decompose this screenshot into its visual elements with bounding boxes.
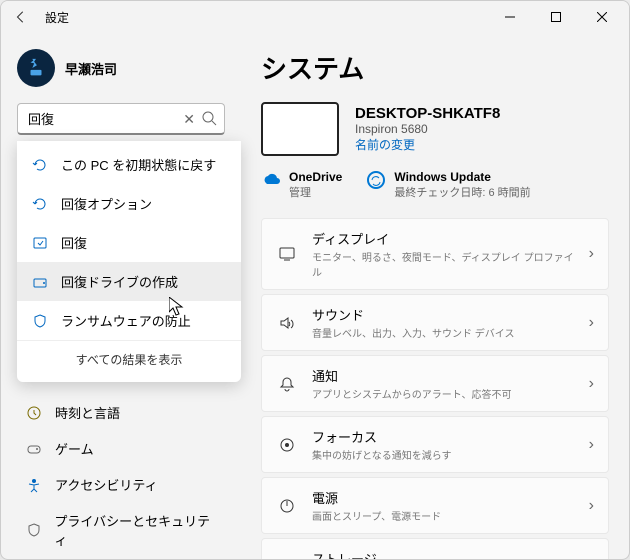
onedrive-icon <box>261 170 281 190</box>
search-box: ✕ <box>17 103 225 135</box>
back-button[interactable] <box>5 1 37 33</box>
main-panel: システム DESKTOP-SHKATF8 Inspiron 5680 名前の変更… <box>241 33 629 559</box>
search-icon[interactable] <box>201 110 217 131</box>
settings-window: 設定 早瀬浩司 ✕ <box>0 0 630 560</box>
sidebar-item-privacy[interactable]: プライバシーとセキュリティ <box>7 503 235 557</box>
chevron-right-icon: › <box>589 436 594 454</box>
chevron-right-icon: › <box>589 314 594 332</box>
chevron-right-icon: › <box>589 497 594 515</box>
setting-power[interactable]: 電源画面とスリープ、電源モード › <box>261 477 609 534</box>
chevron-right-icon: › <box>589 375 594 393</box>
storage-icon <box>276 556 298 560</box>
device-thumbnail[interactable] <box>261 102 339 156</box>
rename-link[interactable]: 名前の変更 <box>355 136 500 153</box>
show-all-results[interactable]: すべての結果を表示 <box>17 340 241 378</box>
drive-icon <box>31 273 49 291</box>
window-controls <box>487 1 625 33</box>
user-account[interactable]: 早瀬浩司 <box>1 41 241 103</box>
device-name: DESKTOP-SHKATF8 <box>355 105 500 122</box>
device-info: DESKTOP-SHKATF8 Inspiron 5680 名前の変更 <box>261 102 609 156</box>
result-recovery-options[interactable]: 回復オプション <box>17 184 241 223</box>
recovery-icon <box>31 234 49 252</box>
setting-notifications[interactable]: 通知アプリとシステムからのアラート、応答不可 › <box>261 355 609 412</box>
maximize-button[interactable] <box>533 1 579 33</box>
avatar <box>17 49 55 87</box>
mouse-cursor <box>169 297 185 317</box>
display-icon <box>276 243 298 265</box>
sound-icon <box>276 312 298 334</box>
sidebar: 早瀬浩司 ✕ この PC を初期状態に戻す 回復オプション <box>1 33 241 559</box>
chevron-right-icon: › <box>589 558 594 560</box>
game-icon <box>25 440 43 458</box>
accessibility-icon <box>25 476 43 494</box>
sidebar-item-accessibility[interactable]: アクセシビリティ <box>7 467 235 502</box>
notification-icon <box>276 373 298 395</box>
result-reset-pc[interactable]: この PC を初期状態に戻す <box>17 145 241 184</box>
clock-icon <box>25 404 43 422</box>
clear-icon[interactable]: ✕ <box>183 111 195 128</box>
update-status-icon <box>366 170 386 190</box>
reset-icon <box>31 195 49 213</box>
result-ransomware-protection[interactable]: ランサムウェアの防止 <box>17 301 241 340</box>
status-windows-update[interactable]: Windows Update 最終チェック日時: 6 時間前 <box>366 170 530 200</box>
user-name: 早瀬浩司 <box>65 59 117 78</box>
search-results-dropdown: この PC を初期状態に戻す 回復オプション 回復 回復ドライブの作成 ランサム… <box>17 141 241 382</box>
reset-icon <box>31 156 49 174</box>
window-title: 設定 <box>45 9 487 26</box>
close-button[interactable] <box>579 1 625 33</box>
setting-display[interactable]: ディスプレイモニター、明るさ、夜間モード、ディスプレイ プロファイル › <box>261 218 609 290</box>
chevron-right-icon: › <box>589 245 594 263</box>
status-row: OneDrive 管理 Windows Update 最終チェック日時: 6 時… <box>261 170 609 200</box>
power-icon <box>276 495 298 517</box>
setting-focus[interactable]: フォーカス集中の妨げとなる通知を減らす › <box>261 416 609 473</box>
sidebar-item-gaming[interactable]: ゲーム <box>7 431 235 466</box>
sidebar-item-windows-update[interactable]: Windows Update <box>7 558 235 559</box>
page-title: システム <box>261 49 609 86</box>
sidebar-item-time-language[interactable]: 時刻と言語 <box>7 395 235 430</box>
privacy-icon <box>25 521 42 539</box>
setting-storage[interactable]: ストレージストレージ領域、ドライブ、構成ルール › <box>261 538 609 559</box>
sidebar-nav: 時刻と言語 ゲーム アクセシビリティ プライバシーとセキュリティ Windows… <box>1 395 241 559</box>
titlebar: 設定 <box>1 1 629 33</box>
focus-icon <box>276 434 298 456</box>
settings-list: ディスプレイモニター、明るさ、夜間モード、ディスプレイ プロファイル › サウン… <box>261 218 609 559</box>
result-recovery[interactable]: 回復 <box>17 223 241 262</box>
setting-sound[interactable]: サウンド音量レベル、出力、入力、サウンド デバイス › <box>261 294 609 351</box>
status-onedrive[interactable]: OneDrive 管理 <box>261 170 342 200</box>
device-model: Inspiron 5680 <box>355 122 500 136</box>
content: 早瀬浩司 ✕ この PC を初期状態に戻す 回復オプション <box>1 33 629 559</box>
result-create-recovery-drive[interactable]: 回復ドライブの作成 <box>17 262 241 301</box>
minimize-button[interactable] <box>487 1 533 33</box>
shield-icon <box>31 312 49 330</box>
